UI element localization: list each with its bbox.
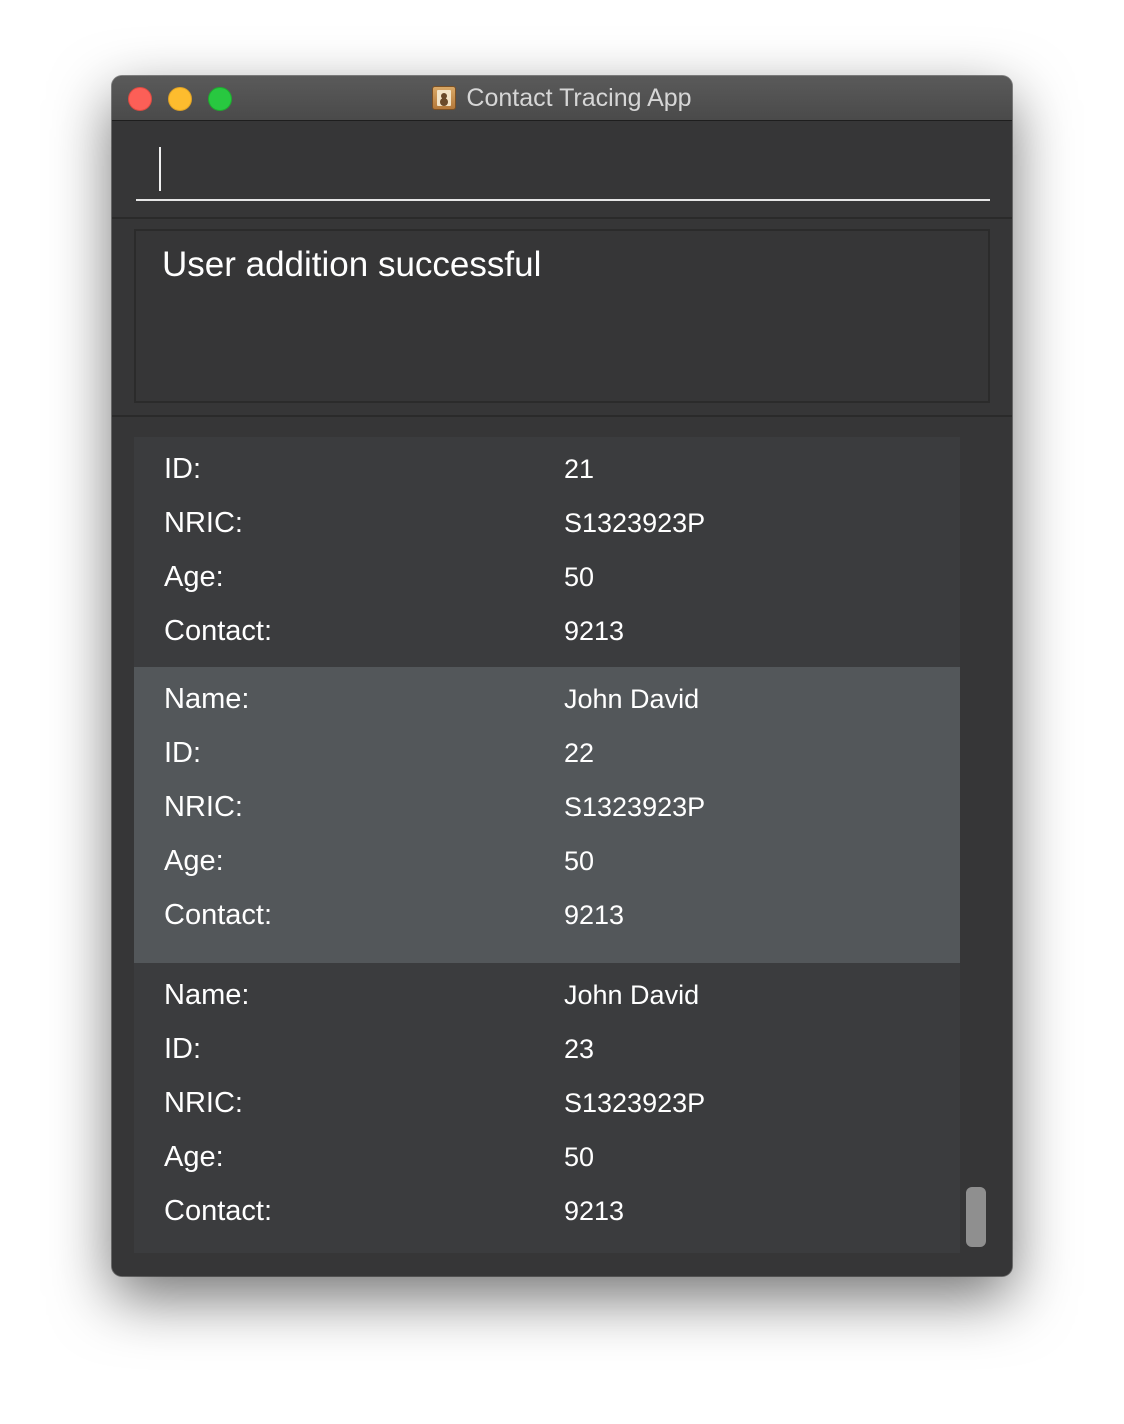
field-value: 50 bbox=[564, 846, 595, 876]
field-value: John David bbox=[564, 980, 700, 1010]
field-value: S1323923P bbox=[564, 792, 706, 822]
field-label: Contact: bbox=[164, 899, 272, 931]
window-title: Contact Tracing App bbox=[466, 83, 692, 112]
field-value: 23 bbox=[564, 1034, 595, 1064]
field-value: 9213 bbox=[564, 616, 625, 646]
person-field-row: Age: 50 bbox=[134, 1131, 960, 1185]
field-value: 50 bbox=[564, 1142, 595, 1172]
field-label: NRIC: bbox=[164, 507, 243, 539]
field-value: John David bbox=[564, 684, 700, 714]
person-field-row: ID: 21 bbox=[134, 443, 960, 497]
field-value: 21 bbox=[564, 454, 595, 484]
title-group: Contact Tracing App bbox=[112, 76, 1012, 120]
command-box-area bbox=[112, 121, 1012, 219]
field-value: S1323923P bbox=[564, 508, 706, 538]
app-window: Contact Tracing App User addition succes… bbox=[112, 76, 1012, 1276]
person-field-row: Contact: 9213 bbox=[134, 889, 960, 943]
field-value: S1323923P bbox=[564, 1088, 706, 1118]
field-label: Contact: bbox=[164, 615, 272, 647]
field-label: Name: bbox=[164, 979, 250, 1011]
field-label: ID: bbox=[164, 737, 202, 769]
person-field-row: Name: John David bbox=[134, 673, 960, 727]
command-input[interactable] bbox=[136, 137, 990, 201]
address-book-icon bbox=[432, 86, 457, 110]
field-label: Age: bbox=[164, 1141, 224, 1173]
person-field-row: NRIC: S1323923P bbox=[134, 497, 960, 551]
person-field-row: ID: 23 bbox=[134, 1023, 960, 1077]
person-field-row: NRIC: S1323923P bbox=[134, 1077, 960, 1131]
field-label: NRIC: bbox=[164, 1087, 243, 1119]
field-label: Name: bbox=[164, 683, 250, 715]
field-value: 9213 bbox=[564, 900, 625, 930]
result-display-area: User addition successful bbox=[112, 219, 1012, 417]
field-label: Contact: bbox=[164, 1195, 272, 1227]
person-list-panel: ID: 21 NRIC: S1323923P Age: 50 Contact: 9213 Nam… bbox=[112, 417, 1012, 1276]
field-value: 9213 bbox=[564, 1196, 625, 1226]
person-card[interactable]: Name: John David ID: 22 NRIC: S1323923P Age: 50… bbox=[134, 667, 960, 963]
person-card[interactable]: Name: John David ID: 23 NRIC: S1323923P Age: 50… bbox=[134, 963, 960, 1253]
person-field-row: Contact: 9213 bbox=[134, 1185, 960, 1239]
field-value: 22 bbox=[564, 738, 595, 768]
title-bar[interactable]: Contact Tracing App bbox=[112, 76, 1012, 121]
field-label: Age: bbox=[164, 845, 224, 877]
text-caret bbox=[159, 147, 161, 191]
field-label: ID: bbox=[164, 1033, 202, 1065]
person-field-row: Age: 50 bbox=[134, 551, 960, 605]
person-field-row: Name: John David bbox=[134, 969, 960, 1023]
result-message: User addition successful bbox=[162, 245, 542, 284]
person-field-row: ID: 22 bbox=[134, 727, 960, 781]
field-label: NRIC: bbox=[164, 791, 243, 823]
person-field-row: NRIC: S1323923P bbox=[134, 781, 960, 835]
person-field-row: Age: 50 bbox=[134, 835, 960, 889]
result-display: User addition successful bbox=[134, 229, 990, 403]
person-field-row: Contact: 9213 bbox=[134, 605, 960, 659]
field-value: 50 bbox=[564, 562, 595, 592]
person-card[interactable]: ID: 21 NRIC: S1323923P Age: 50 Contact: 9213 bbox=[134, 437, 960, 667]
list-scrollbar-thumb[interactable] bbox=[966, 1187, 986, 1247]
field-label: ID: bbox=[164, 453, 202, 485]
person-list[interactable]: ID: 21 NRIC: S1323923P Age: 50 Contact: 9213 Nam… bbox=[134, 437, 960, 1253]
field-label: Age: bbox=[164, 561, 224, 593]
